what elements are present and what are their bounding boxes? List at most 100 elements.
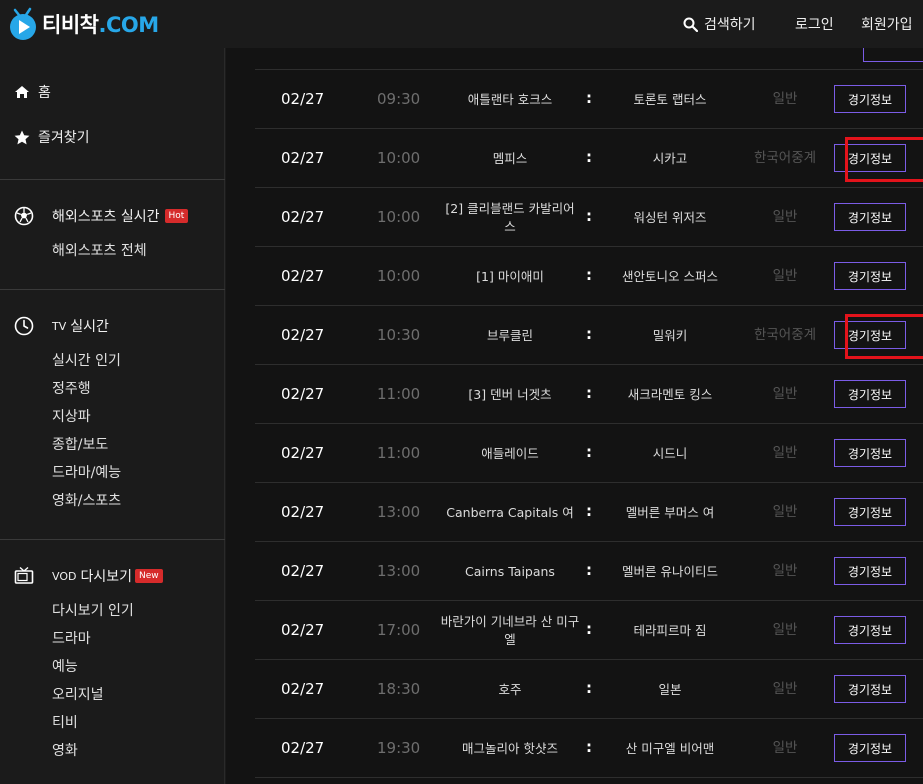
versus-separator: : [586, 561, 592, 579]
game-date: 02/27 [281, 680, 325, 698]
game-time: 18:30 [377, 680, 421, 698]
game-info-button[interactable]: 경기정보 [834, 616, 906, 644]
sidebar-item-home[interactable]: 홈 [14, 82, 51, 102]
broadcast-type: 일반 [772, 563, 798, 579]
section-title: 해외스포츠 실시간 [52, 209, 160, 225]
sidebar-item-movie-sports[interactable]: 영화/스포츠 [52, 490, 121, 510]
section-title-prefix: VOD [52, 569, 77, 583]
sidebar-item-vod-tv[interactable]: 티비 [52, 712, 78, 732]
broadcast-type: 일반 [772, 681, 798, 697]
game-date: 02/27 [281, 90, 325, 108]
section-title-prefix: TV [52, 319, 67, 333]
broadcast-type: 한국어중계 [753, 327, 817, 343]
game-time: 10:00 [377, 208, 421, 226]
home-team: 브루클린 [486, 327, 533, 343]
away-team: 일본 [658, 681, 682, 697]
sidebar-item-live-popular[interactable]: 실시간 인기 [52, 350, 121, 370]
sidebar-section-tv-live[interactable]: TV 실시간 [14, 316, 109, 336]
game-date: 02/27 [281, 326, 325, 344]
star-icon [14, 130, 30, 144]
versus-separator: : [586, 620, 592, 638]
search-link[interactable]: 검색하기 [683, 14, 756, 34]
broadcast-type: 일반 [772, 504, 798, 520]
logo-text: 티비착.COM [42, 13, 159, 37]
section-title: 다시보기 [80, 569, 132, 585]
versus-separator: : [586, 502, 592, 520]
tv-icon [14, 566, 34, 584]
search-icon [683, 17, 698, 32]
sidebar-item-vod-movie[interactable]: 영화 [52, 740, 78, 760]
game-date: 02/27 [281, 444, 325, 462]
game-row: 02/27 17:00 바란가이 기네브라 산 미구엘: 테라피르마 짐 일반 경기정보 [255, 601, 923, 660]
sidebar-item-binge[interactable]: 정주행 [52, 378, 91, 398]
sidebar-section-vod[interactable]: VOD 다시보기 New [14, 566, 163, 586]
home-team: 애들레이드 [481, 445, 539, 461]
top-header: 티비착.COM 검색하기 로그인 회원가입 [0, 0, 923, 48]
versus-separator: : [586, 443, 592, 461]
game-info-button-partial[interactable] [863, 48, 923, 62]
game-row: 02/27 10:00 [2] 클리블랜드 카발리어스: 워싱턴 위저즈 일반 경기정보 [255, 188, 923, 247]
away-team: 시드니 [652, 445, 688, 461]
game-row: 02/27 11:00 [3] 덴버 너겟츠: 새크라멘토 킹스 일반 경기정보 [255, 365, 923, 424]
sidebar-item-terrestrial[interactable]: 지상파 [52, 406, 91, 426]
game-row: 02/27 10:00 [1] 마이애미: 샌안토니오 스퍼스 일반 경기정보 [255, 247, 923, 306]
broadcast-type: 일반 [772, 386, 798, 402]
game-date: 02/27 [281, 385, 325, 403]
sidebar-section-sports[interactable]: 해외스포츠 실시간 Hot [14, 206, 189, 226]
login-link[interactable]: 로그인 [795, 14, 834, 34]
game-info-button[interactable]: 경기정보 [834, 557, 906, 585]
game-info-button[interactable]: 경기정보 [834, 380, 906, 408]
game-row: 02/27 09:30 애틀랜타 호크스: 토론토 랩터스 일반 경기정보 [255, 70, 923, 129]
game-info-button[interactable]: 경기정보 [834, 675, 906, 703]
site-logo[interactable]: 티비착.COM [6, 6, 159, 42]
game-time: 10:30 [377, 326, 421, 344]
sidebar-item-drama-variety[interactable]: 드라마/예능 [52, 462, 121, 482]
game-time: 10:00 [377, 267, 421, 285]
game-info-button[interactable]: 경기정보 [834, 498, 906, 526]
sidebar-item-vod-drama[interactable]: 드라마 [52, 628, 91, 648]
broadcast-type: 일반 [772, 740, 798, 756]
home-team: [3] 덴버 너겟츠 [468, 386, 552, 402]
sidebar-item-sports-all[interactable]: 해외스포츠 전체 [52, 240, 147, 260]
hot-badge: Hot [164, 209, 189, 223]
home-team: [2] 클리블랜드 카발리어스 [445, 200, 575, 234]
game-info-button[interactable]: 경기정보 [834, 321, 906, 349]
versus-separator: : [586, 207, 592, 225]
game-info-button[interactable]: 경기정보 [834, 144, 906, 172]
versus-separator: : [586, 679, 592, 697]
new-badge: New [135, 569, 163, 583]
game-row: 02/27 18:30 호주: 일본 일반 경기정보 [255, 660, 923, 719]
game-info-button[interactable]: 경기정보 [834, 203, 906, 231]
home-icon [15, 86, 29, 98]
away-team: 샌안토니오 스퍼스 [622, 268, 718, 284]
game-date: 02/27 [281, 267, 325, 285]
broadcast-type: 한국어중계 [753, 150, 817, 166]
game-info-button[interactable]: 경기정보 [834, 85, 906, 113]
game-info-button[interactable]: 경기정보 [834, 262, 906, 290]
home-team: 멤피스 [492, 150, 528, 166]
broadcast-type: 일반 [772, 91, 798, 107]
sidebar-item-vod-original[interactable]: 오리지널 [52, 684, 104, 704]
sidebar-item-news[interactable]: 종합/보도 [52, 434, 108, 454]
broadcast-type: 일반 [772, 445, 798, 461]
versus-separator: : [586, 89, 592, 107]
game-schedule-list: 02/27 09:30 애틀랜타 호크스: 토론토 랩터스 일반 경기정보 02/27 10:… [226, 48, 923, 784]
sidebar-divider [0, 539, 225, 540]
home-team: [1] 마이애미 [476, 268, 544, 284]
home-team: 바란가이 기네브라 산 미구엘 [440, 613, 580, 647]
sidebar-item-vod-popular[interactable]: 다시보기 인기 [52, 600, 134, 620]
game-info-button[interactable]: 경기정보 [834, 439, 906, 467]
game-time: 13:00 [377, 562, 421, 580]
previous-row-partial [255, 48, 923, 70]
away-team: 워싱턴 위저즈 [633, 209, 707, 225]
sidebar-item-favorites[interactable]: 즐겨찾기 [14, 127, 90, 147]
versus-separator: : [586, 738, 592, 756]
game-date: 02/27 [281, 621, 325, 639]
away-team: 산 미구엘 비어맨 [625, 740, 715, 756]
sidebar-item-vod-variety[interactable]: 예능 [52, 656, 78, 676]
game-time: 13:00 [377, 503, 421, 521]
game-info-button[interactable]: 경기정보 [834, 734, 906, 762]
away-team: 테라피르마 짐 [633, 622, 707, 638]
section-title: 실시간 [70, 319, 109, 335]
signup-link[interactable]: 회원가입 [861, 14, 913, 34]
